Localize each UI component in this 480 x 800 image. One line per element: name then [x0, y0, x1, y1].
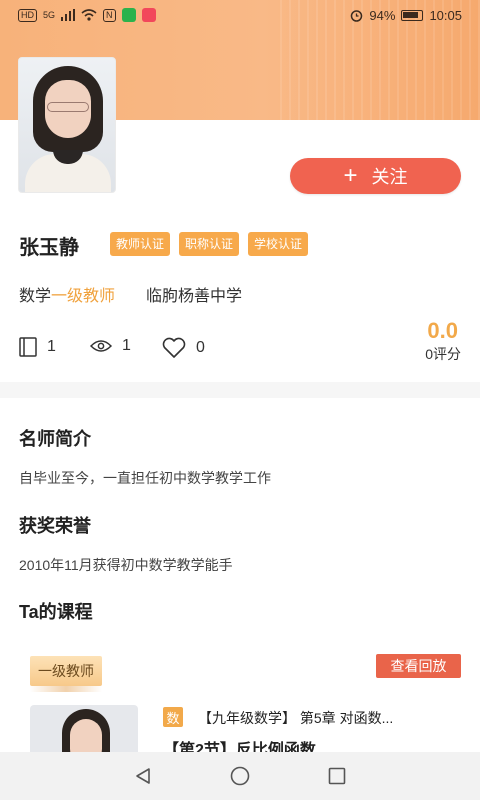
courses-count: 1	[47, 338, 56, 355]
replay-button[interactable]: 查看回放	[376, 654, 461, 678]
rank-text: 一级教师	[51, 288, 116, 305]
status-left: HD 5G N	[18, 8, 156, 22]
teacher-avatar	[18, 57, 116, 193]
clock-time: 10:05	[429, 7, 462, 23]
subject-chip: 数	[163, 707, 183, 727]
system-nav-bar	[0, 752, 480, 800]
battery-icon	[401, 9, 424, 21]
intro-title-text: 名师简介	[19, 429, 91, 449]
school-name: 临朐杨善中学	[146, 288, 243, 305]
rating-count: 0评分	[425, 346, 461, 362]
honor-section-title: 获奖荣誉	[19, 512, 91, 540]
subject-rank: 数学一级教师	[19, 282, 115, 306]
views-stat: 1	[90, 337, 131, 355]
nfc-icon: N	[103, 8, 116, 22]
wechat-notification-icon	[121, 8, 136, 22]
network-5g-indicator: 5G	[43, 9, 56, 20]
subject-text: 数学	[19, 288, 52, 305]
likes-stat[interactable]: 0	[162, 337, 205, 358]
badge-teacher-cert: 教师认证	[110, 232, 171, 256]
info-card	[0, 398, 480, 758]
follow-button[interactable]: + 关注	[290, 158, 461, 194]
back-icon[interactable]	[134, 767, 152, 785]
course-title[interactable]: 【九年级数学】 第5章 对函数...	[198, 708, 393, 728]
badge-school-cert: 学校认证	[248, 232, 309, 256]
eye-icon	[90, 340, 112, 352]
book-icon	[19, 337, 37, 357]
wifi-icon	[81, 9, 97, 21]
battery-percent: 94%	[369, 7, 396, 23]
status-right: 94% 10:05	[350, 8, 462, 23]
certification-badges: 教师认证 职称认证 学校认证	[110, 232, 309, 256]
recents-icon[interactable]	[328, 767, 346, 785]
plus-icon: +	[343, 162, 358, 189]
honor-title-text: 获奖荣誉	[19, 516, 91, 536]
avatar-glasses	[47, 102, 89, 112]
teacher-name: 张玉静	[19, 237, 79, 259]
course-rank-tag: 一级教师	[30, 656, 102, 692]
courses-section-title: Ta的课程	[19, 598, 93, 626]
hd-indicator: HD	[18, 8, 37, 22]
status-bar: HD 5G N 94% 10:05	[0, 0, 480, 30]
intro-section-title: 名师简介	[19, 425, 91, 453]
heart-icon	[162, 337, 186, 358]
views-count: 1	[122, 337, 131, 354]
honor-text: 2010年11月获得初中数学教学能手	[19, 557, 233, 573]
courses-stat: 1	[19, 337, 56, 357]
badge-title-cert: 职称认证	[179, 232, 240, 256]
signal-icon	[61, 9, 76, 21]
likes-count: 0	[196, 338, 205, 356]
app-notification-icon	[141, 8, 156, 22]
rating-score: 0.0	[427, 318, 458, 343]
alarm-icon	[351, 9, 363, 22]
intro-text: 自毕业至今，一直担任初中数学教学工作	[19, 470, 271, 486]
home-icon[interactable]	[230, 766, 250, 786]
courses-title-text: Ta的课程	[19, 602, 93, 622]
follow-label: 关注	[371, 167, 408, 187]
